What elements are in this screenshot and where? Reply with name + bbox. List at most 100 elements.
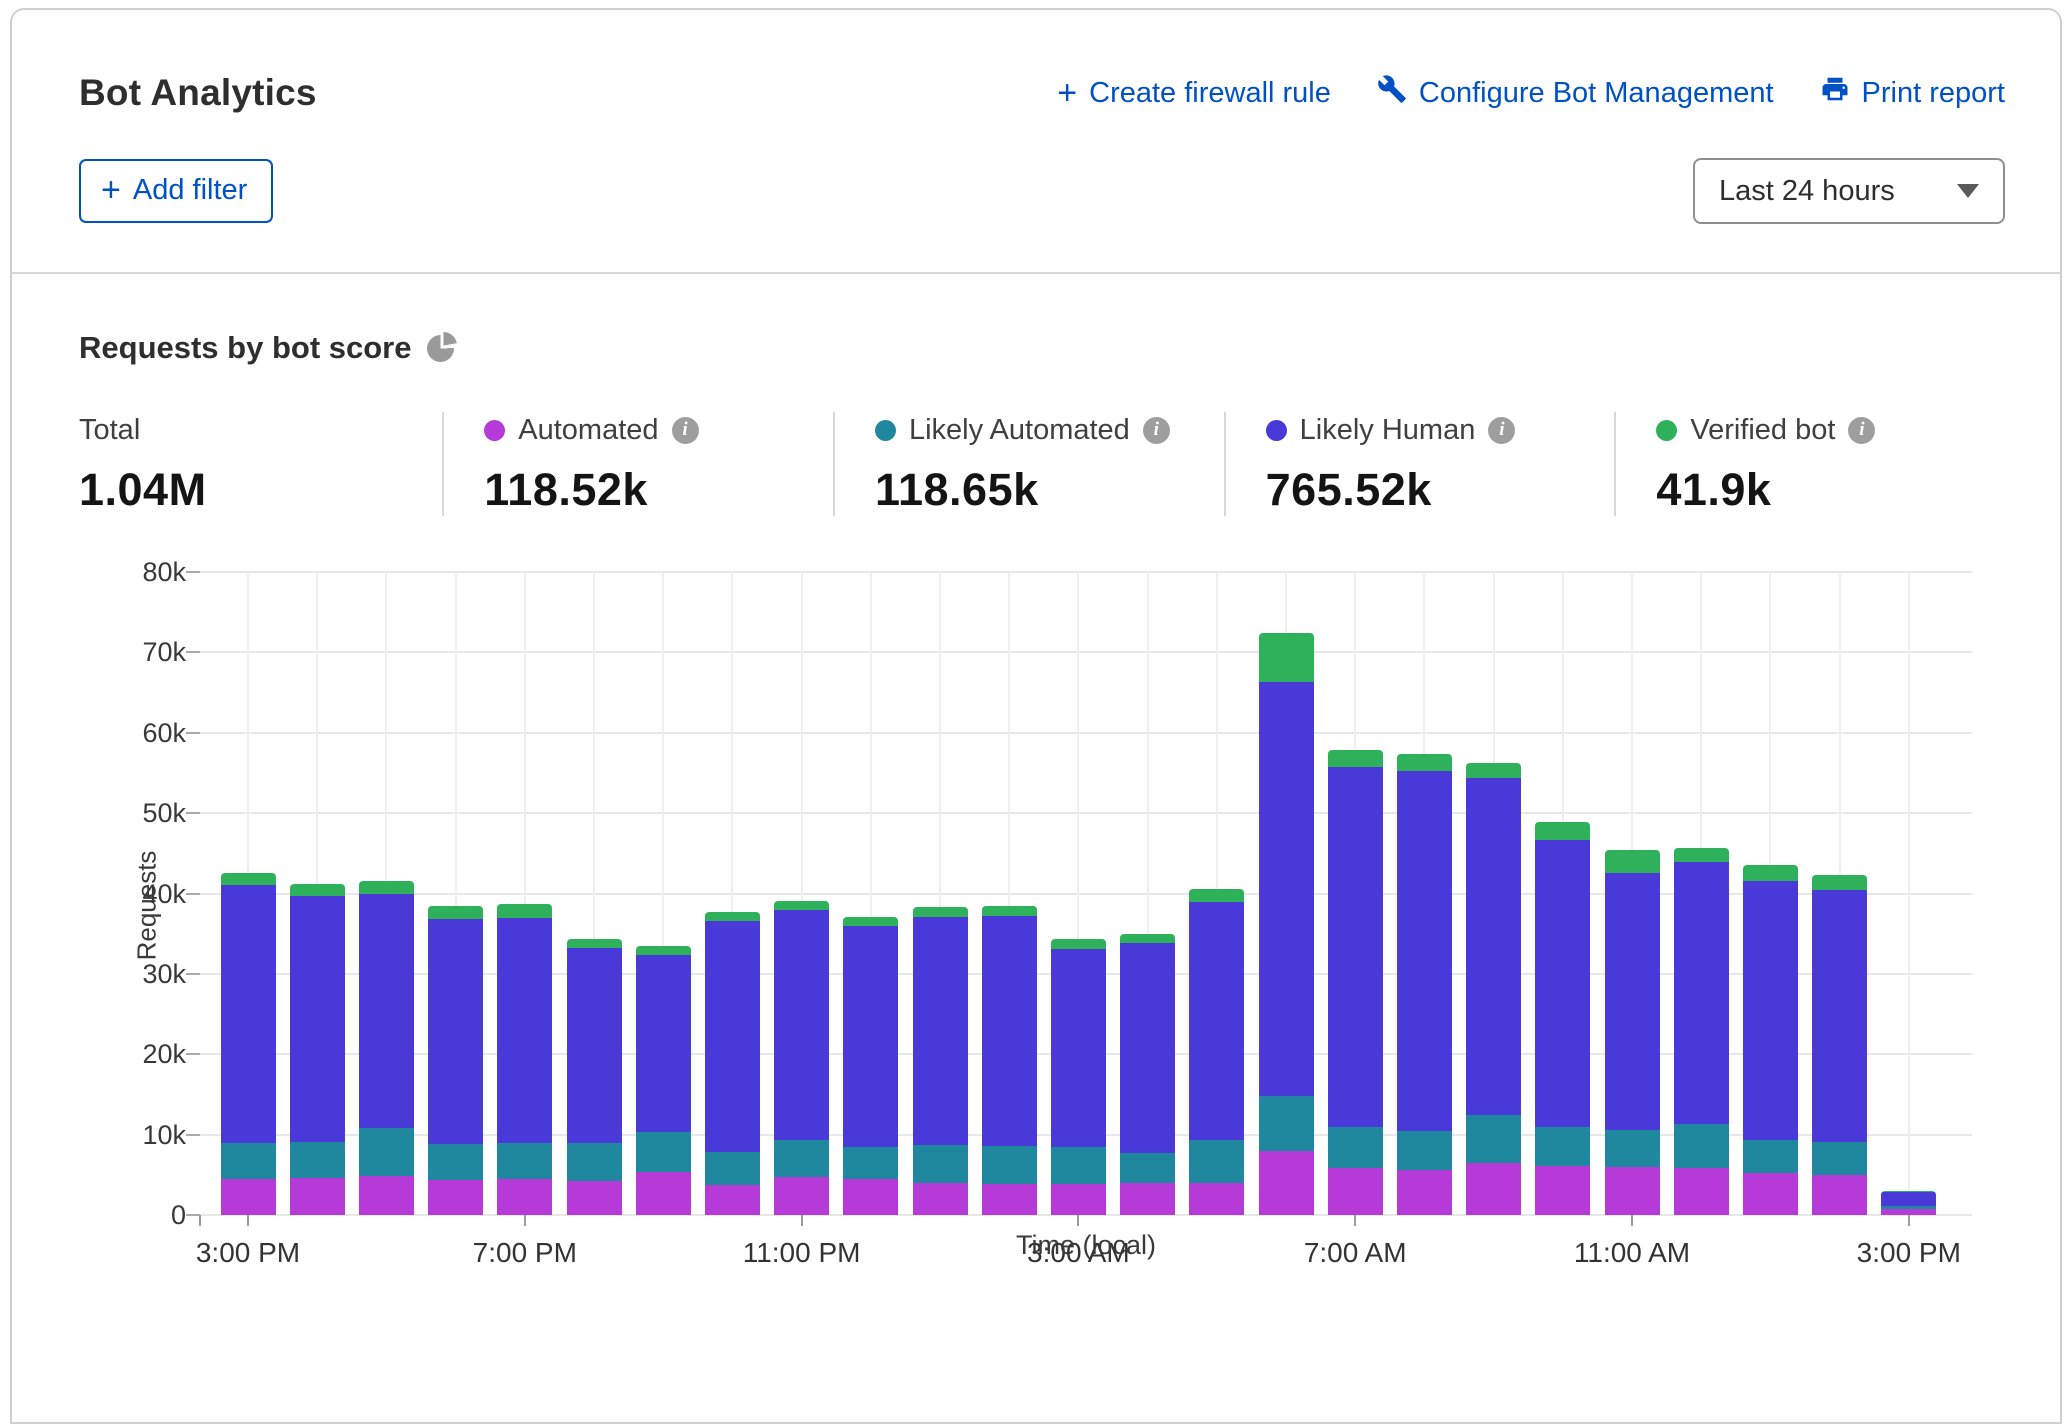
- y-axis-tick-label: 50k: [66, 798, 186, 829]
- segment-likely-human: [1674, 862, 1729, 1124]
- segment-automated: [1743, 1173, 1798, 1215]
- create-firewall-rule-label: Create firewall rule: [1089, 77, 1331, 110]
- segment-likely-human: [843, 926, 898, 1146]
- segment-automated: [1397, 1170, 1452, 1215]
- x-axis-tick: [1908, 1215, 1910, 1226]
- bar-1200pm[interactable]: [1674, 848, 1729, 1215]
- segment-likely-automated: [359, 1128, 414, 1175]
- bot-analytics-card: Bot Analytics + Create firewall rule Con…: [10, 8, 2062, 1424]
- segment-verified-bot: [1397, 754, 1452, 771]
- segment-verified-bot: [1812, 875, 1867, 890]
- bar-700am[interactable]: [1328, 750, 1383, 1215]
- y-axis-tick: [186, 973, 200, 975]
- print-report-label: Print report: [1862, 77, 2005, 110]
- info-icon[interactable]: i: [1488, 417, 1515, 444]
- bar-200pm[interactable]: [1812, 875, 1867, 1215]
- info-icon[interactable]: i: [1143, 417, 1170, 444]
- y-axis-tick: [186, 893, 200, 895]
- segment-likely-human: [221, 885, 276, 1142]
- stat-label: Verified bot: [1690, 414, 1835, 447]
- stat-likely-human: Likely Human i 765.52k: [1224, 412, 1615, 516]
- segment-verified-bot: [982, 906, 1037, 916]
- segment-likely-human: [1743, 881, 1798, 1141]
- stat-label: Total: [79, 414, 140, 447]
- bar-700pm[interactable]: [497, 904, 552, 1215]
- bar-300pm[interactable]: [1881, 1191, 1936, 1215]
- segment-automated: [359, 1176, 414, 1215]
- stat-value: 765.52k: [1266, 464, 1585, 516]
- y-axis-tick-label: 80k: [66, 557, 186, 588]
- segment-verified-bot: [705, 912, 760, 921]
- bar-100am[interactable]: [913, 907, 968, 1215]
- segment-verified-bot: [1189, 889, 1244, 901]
- stat-label: Likely Automated: [909, 414, 1130, 447]
- segment-verified-bot: [359, 881, 414, 895]
- segment-automated: [913, 1183, 968, 1215]
- segment-likely-human: [1466, 778, 1521, 1116]
- bar-1000pm[interactable]: [705, 912, 760, 1215]
- segment-likely-human: [1397, 771, 1452, 1130]
- segment-automated: [705, 1185, 760, 1215]
- bar-1100pm[interactable]: [774, 901, 829, 1215]
- bar-900pm[interactable]: [636, 946, 691, 1215]
- segment-verified-bot: [290, 884, 345, 896]
- segment-likely-human: [1812, 890, 1867, 1142]
- segment-likely-human: [1259, 682, 1314, 1096]
- segment-verified-bot: [1605, 850, 1660, 873]
- stat-label: Likely Human: [1300, 414, 1476, 447]
- x-axis-tick: [1354, 1215, 1356, 1226]
- bar-1100am[interactable]: [1605, 850, 1660, 1215]
- configure-bot-management-label: Configure Bot Management: [1419, 77, 1774, 110]
- segment-likely-human: [636, 955, 691, 1133]
- segment-likely-human: [428, 919, 483, 1144]
- segment-automated: [567, 1181, 622, 1215]
- stat-value: 1.04M: [79, 464, 412, 516]
- bar-600am[interactable]: [1259, 633, 1314, 1215]
- bar-500am[interactable]: [1189, 889, 1244, 1215]
- bar-600pm[interactable]: [428, 906, 483, 1215]
- bar-900am[interactable]: [1466, 763, 1521, 1216]
- segment-likely-automated: [1466, 1115, 1521, 1162]
- bar-800pm[interactable]: [567, 939, 622, 1215]
- bar-1000am[interactable]: [1535, 822, 1590, 1215]
- h-gridline: [200, 732, 1972, 734]
- wrench-icon: [1377, 74, 1407, 112]
- create-firewall-rule-link[interactable]: + Create firewall rule: [1057, 76, 1331, 110]
- add-filter-button[interactable]: + Add filter: [79, 159, 273, 223]
- bar-1200am[interactable]: [843, 917, 898, 1215]
- segment-likely-automated: [1397, 1131, 1452, 1170]
- segment-verified-bot: [497, 904, 552, 918]
- bar-400am[interactable]: [1120, 934, 1175, 1215]
- plus-icon: +: [101, 173, 121, 207]
- segment-automated: [1120, 1183, 1175, 1215]
- segment-likely-automated: [913, 1145, 968, 1183]
- add-filter-label: Add filter: [133, 174, 247, 207]
- segment-automated: [221, 1179, 276, 1215]
- info-icon[interactable]: i: [672, 417, 699, 444]
- segment-likely-automated: [774, 1140, 829, 1177]
- segment-verified-bot: [1328, 750, 1383, 767]
- likely-automated-legend-dot: [875, 420, 896, 441]
- configure-bot-management-link[interactable]: Configure Bot Management: [1377, 74, 1774, 112]
- segment-likely-automated: [428, 1144, 483, 1180]
- bar-500pm[interactable]: [359, 881, 414, 1215]
- segment-likely-automated: [1120, 1153, 1175, 1183]
- segment-automated: [290, 1178, 345, 1215]
- segment-likely-human: [359, 894, 414, 1128]
- bar-300pm[interactable]: [221, 873, 276, 1215]
- bar-200am[interactable]: [982, 906, 1037, 1215]
- bar-400pm[interactable]: [290, 884, 345, 1215]
- time-range-select[interactable]: Last 24 hours: [1693, 158, 2005, 224]
- segment-verified-bot: [1259, 633, 1314, 682]
- segment-verified-bot: [1674, 848, 1729, 862]
- bar-300am[interactable]: [1051, 939, 1106, 1215]
- segment-likely-automated: [1743, 1140, 1798, 1173]
- x-axis-title: Time (local): [200, 1230, 1972, 1261]
- bar-800am[interactable]: [1397, 754, 1452, 1215]
- plot-area: 010k20k30k40k50k60k70k80k3:00 PM7:00 PM1…: [200, 572, 1972, 1215]
- print-report-link[interactable]: Print report: [1820, 74, 2005, 112]
- info-icon[interactable]: i: [1848, 417, 1875, 444]
- bar-100pm[interactable]: [1743, 865, 1798, 1215]
- stat-label: Automated: [518, 414, 658, 447]
- segment-likely-human: [1605, 873, 1660, 1129]
